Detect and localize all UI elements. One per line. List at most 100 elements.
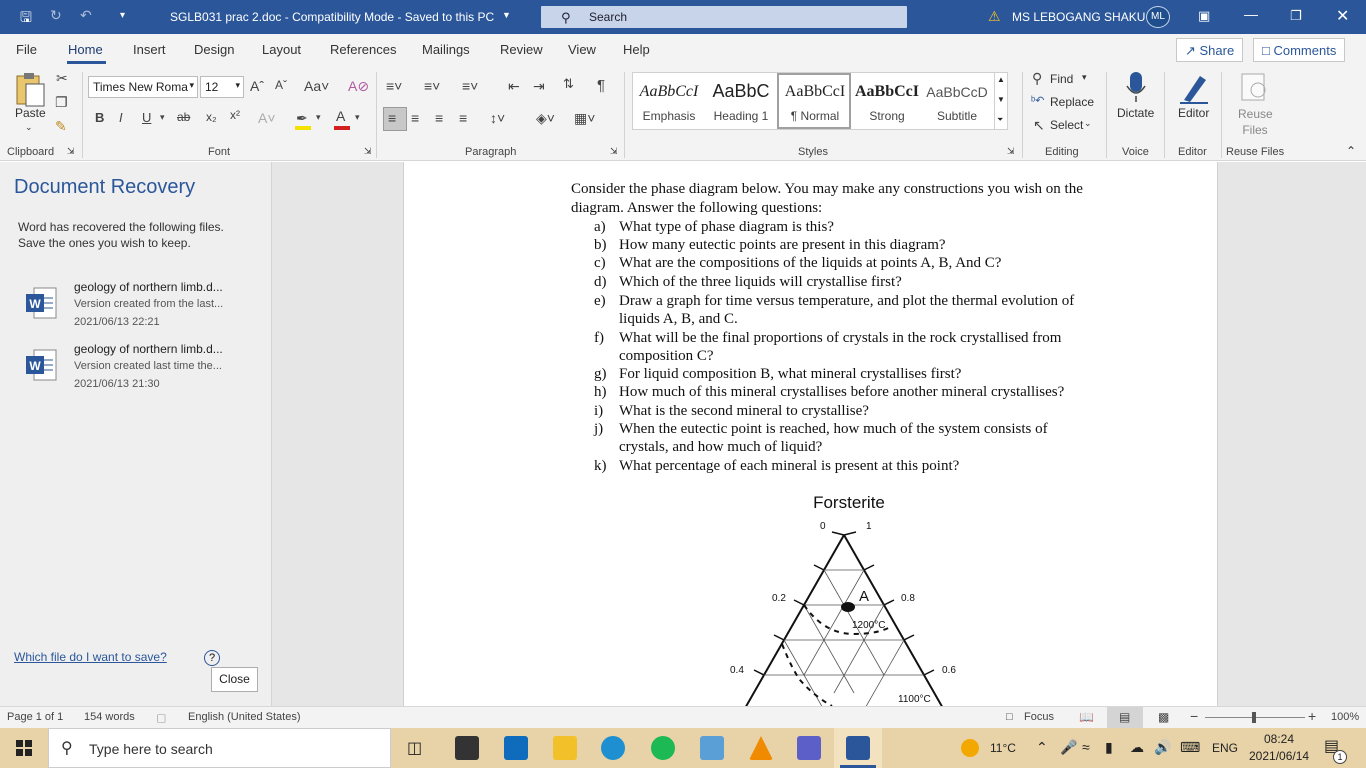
font-color-swatch[interactable] <box>334 126 350 130</box>
recovered-file-item[interactable]: W geology of northern limb.d... Version … <box>18 280 258 338</box>
document-page[interactable]: Consider the phase diagram below. You ma… <box>403 162 1218 706</box>
document-area[interactable]: Consider the phase diagram below. You ma… <box>272 162 1366 706</box>
styles-launcher-icon[interactable]: ⇲ <box>1007 146 1015 157</box>
numbering-icon[interactable]: ≡˅ <box>424 78 440 94</box>
italic-icon[interactable]: I <box>119 110 123 125</box>
style-heading-1[interactable]: AaBbC Heading 1 <box>705 73 777 129</box>
clock-time[interactable]: 08:24 <box>1264 732 1294 746</box>
tray-chevron-up-icon[interactable]: ⌃ <box>1036 739 1048 756</box>
battery-icon[interactable]: ▮ <box>1105 739 1113 756</box>
tab-insert[interactable]: Insert <box>133 42 166 57</box>
share-button[interactable]: ↗ Share <box>1176 38 1244 62</box>
shrink-font-icon[interactable]: Aˇ <box>275 78 287 92</box>
find-label[interactable]: Find <box>1050 72 1073 86</box>
keyboard-icon[interactable]: ⌨ <box>1180 739 1200 756</box>
bullets-icon[interactable]: ≡˅ <box>386 78 402 94</box>
find-chevron-icon[interactable]: ▾ <box>1082 72 1087 83</box>
zoom-out-icon[interactable]: − <box>1190 708 1198 724</box>
onedrive-icon[interactable]: ☁ <box>1130 739 1144 756</box>
restore-icon[interactable]: ❐ <box>1290 8 1302 24</box>
reuse-files-label[interactable]: Reuse Files <box>1238 106 1273 138</box>
language-indicator[interactable]: English (United States) <box>188 711 301 723</box>
font-color-chevron-icon[interactable]: ▾ <box>355 112 360 123</box>
font-launcher-icon[interactable]: ⇲ <box>364 146 372 157</box>
reuse-files-icon[interactable] <box>1240 72 1270 102</box>
editor-pen-icon[interactable] <box>1178 70 1210 104</box>
highlight-icon[interactable]: ✒ <box>296 110 308 127</box>
tab-home[interactable]: Home <box>68 42 103 57</box>
microphone-tray-icon[interactable]: 🎤 <box>1060 739 1077 756</box>
copy-icon[interactable]: ❐ <box>55 94 68 111</box>
network-icon[interactable]: ≈ <box>1082 739 1090 755</box>
weather-temperature[interactable]: 11°C <box>990 741 1016 755</box>
search-box[interactable]: ⚲ Search <box>541 6 907 28</box>
tab-review[interactable]: Review <box>500 42 543 57</box>
font-size-chevron-icon[interactable]: ▾ <box>235 80 240 91</box>
photos-icon[interactable] <box>700 736 724 760</box>
grow-font-icon[interactable]: Aˆ <box>250 78 264 94</box>
title-chevron-down-icon[interactable]: ▼ <box>502 10 511 20</box>
clock-date[interactable]: 2021/06/14 <box>1249 749 1309 763</box>
subscript-icon[interactable]: x₂ <box>206 110 217 124</box>
edge-icon[interactable] <box>601 736 625 760</box>
tab-references[interactable]: References <box>330 42 396 57</box>
document-title[interactable]: SGLB031 prac 2.doc - Compatibility Mode … <box>170 10 494 24</box>
format-painter-icon[interactable]: ✎ <box>55 118 67 135</box>
borders-icon[interactable]: ▦˅ <box>574 110 595 127</box>
replace-icon[interactable]: ᵇ↶ <box>1031 94 1044 107</box>
web-layout-icon[interactable]: ▩ <box>1158 710 1169 724</box>
tab-file[interactable]: File <box>16 42 37 57</box>
tab-design[interactable]: Design <box>194 42 234 57</box>
align-right-icon[interactable]: ≡ <box>435 110 443 126</box>
highlight-chevron-icon[interactable]: ▾ <box>316 112 321 123</box>
select-icon[interactable]: ↖ <box>1033 117 1045 134</box>
focus-label[interactable]: Focus <box>1024 711 1054 723</box>
user-name[interactable]: MS LEBOGANG SHAKU <box>1012 10 1145 24</box>
underline-chevron-icon[interactable]: ▾ <box>160 112 165 123</box>
clear-formatting-icon[interactable]: A⊘ <box>348 78 369 95</box>
microsoft-store-icon[interactable] <box>455 736 479 760</box>
teams-icon[interactable] <box>797 736 821 760</box>
cut-icon[interactable]: ✂ <box>56 70 68 87</box>
file-explorer-icon[interactable] <box>553 736 577 760</box>
style-normal[interactable]: AaBbCcI ¶ Normal <box>777 73 851 129</box>
tab-view[interactable]: View <box>568 42 596 57</box>
style-emphasis[interactable]: AaBbCcI Emphasis <box>633 73 705 129</box>
sort-icon[interactable]: ⇅ <box>563 76 574 92</box>
underline-icon[interactable]: U <box>142 110 151 125</box>
close-window-icon[interactable]: ✕ <box>1336 6 1349 26</box>
taskbar-search[interactable]: ⚲ Type here to search <box>48 728 391 768</box>
outlook-icon[interactable] <box>504 736 528 760</box>
increase-indent-icon[interactable]: ⇥ <box>533 78 545 95</box>
focus-icon[interactable]: □ <box>1006 711 1013 723</box>
collapse-ribbon-icon[interactable]: ⌃ <box>1346 144 1356 158</box>
close-recovery-button[interactable]: Close <box>211 667 258 692</box>
paste-icon[interactable] <box>14 70 48 108</box>
zoom-level[interactable]: 100% <box>1331 711 1359 723</box>
font-name-chevron-icon[interactable]: ▾ <box>189 80 194 91</box>
styles-more-icon[interactable]: ⏷ <box>997 115 1003 125</box>
save-icon[interactable]: 🖫 <box>20 7 32 31</box>
redo-circle-icon[interactable]: ↻ <box>50 7 62 24</box>
weather-icon[interactable] <box>961 739 979 757</box>
highlight-color-swatch[interactable] <box>295 126 311 130</box>
intro-paragraph[interactable]: Consider the phase diagram below. You ma… <box>571 180 1111 218</box>
multilevel-list-icon[interactable]: ≡˅ <box>462 78 478 94</box>
warning-icon[interactable]: ⚠ <box>988 8 1001 25</box>
vlc-icon[interactable] <box>749 736 773 760</box>
quick-access-chevron-icon[interactable]: ▾ <box>120 10 125 21</box>
editor-label[interactable]: Editor <box>1178 106 1209 120</box>
style-subtitle[interactable]: AaBbCcD Subtitle <box>921 73 993 129</box>
font-size-field[interactable]: 12 ▾ <box>200 76 244 98</box>
recovered-file-item[interactable]: W geology of northern limb.d... Version … <box>18 342 258 400</box>
superscript-icon[interactable]: x² <box>230 108 240 122</box>
dictate-label[interactable]: Dictate <box>1117 106 1154 120</box>
tab-mailings[interactable]: Mailings <box>422 42 470 57</box>
help-link[interactable]: ? Which file do I want to save? <box>14 650 220 666</box>
find-icon[interactable]: ⚲ <box>1032 70 1042 87</box>
styles-down-icon[interactable]: ▼ <box>997 95 1005 104</box>
font-color-icon[interactable]: A <box>336 108 345 124</box>
zoom-slider-thumb[interactable] <box>1252 712 1256 723</box>
style-strong[interactable]: AaBbCcI Strong <box>851 73 923 129</box>
line-spacing-icon[interactable]: ↕˅ <box>490 110 505 126</box>
